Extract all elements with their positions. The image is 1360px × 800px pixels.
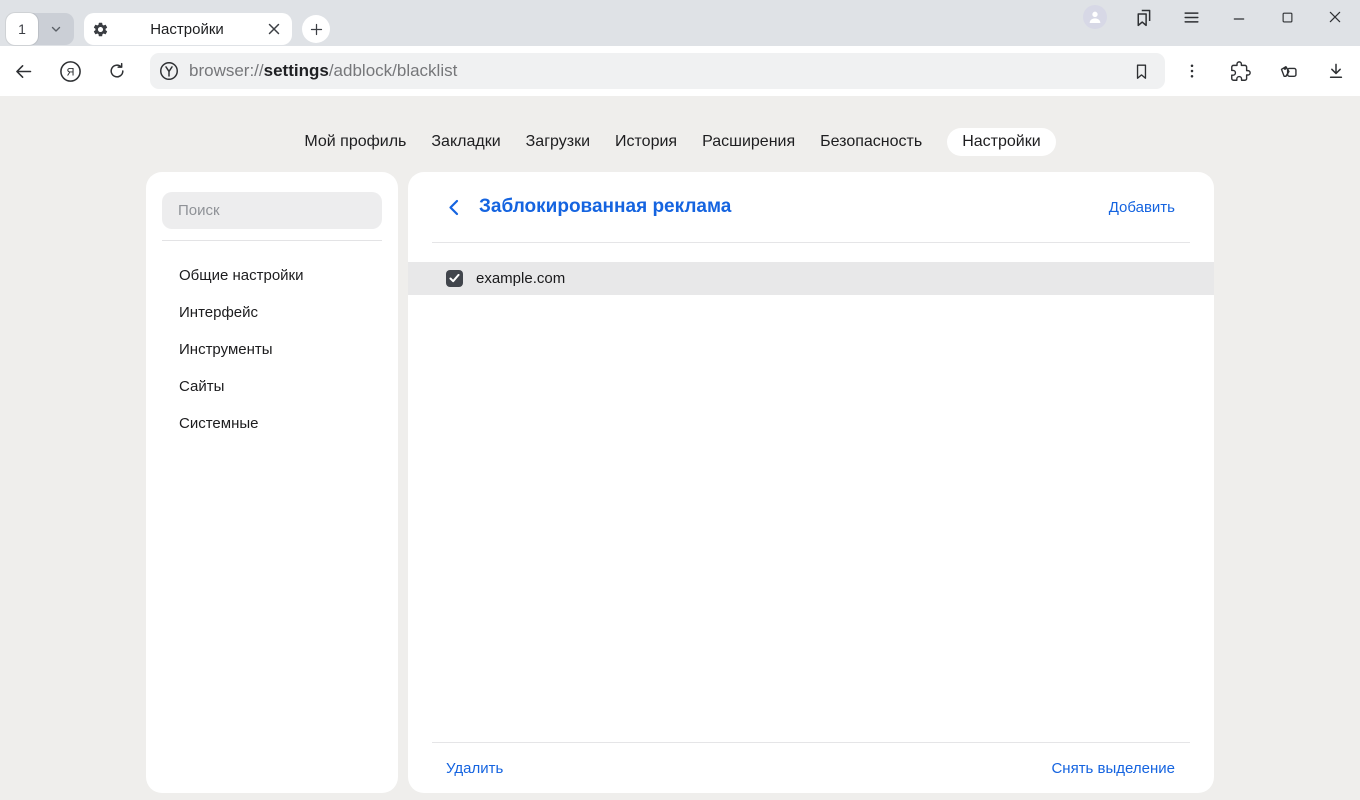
blacklist-row[interactable]: example.com: [408, 262, 1214, 295]
nav-tab-settings[interactable]: Настройки: [947, 128, 1055, 156]
deselect-button[interactable]: Снять выделение: [1051, 760, 1175, 777]
panel-footer: Удалить Снять выделение: [408, 743, 1214, 793]
settings-nav: Мой профиль Закладки Загрузки История Ра…: [304, 127, 1055, 157]
collections-button[interactable]: [1276, 59, 1300, 83]
tab-title: Настройки: [109, 21, 265, 38]
hamburger-icon: [1182, 8, 1201, 27]
downloads-button[interactable]: [1324, 59, 1348, 83]
page-title: Заблокированная реклама: [479, 196, 731, 218]
sidebar-list: Общие настройки Интерфейс Инструменты Са…: [162, 241, 382, 442]
bookmarks-panel-button[interactable]: [1131, 5, 1155, 29]
reload-button[interactable]: [105, 59, 129, 83]
close-window-button[interactable]: [1323, 5, 1347, 29]
url-path: /adblock/blacklist: [329, 61, 458, 80]
arrow-left-icon: [13, 61, 34, 82]
tab-list-dropdown-button[interactable]: [38, 13, 74, 45]
new-tab-button[interactable]: [302, 15, 330, 43]
puzzle-icon: [1230, 61, 1251, 82]
chevron-left-icon: [448, 199, 459, 216]
tab-counter-group: 1: [6, 13, 74, 45]
bookmarks-stack-icon: [1133, 7, 1154, 28]
checkmark-icon: [449, 274, 460, 283]
blacklist-rows: example.com: [408, 262, 1214, 295]
browser-menu-button[interactable]: [1179, 5, 1203, 29]
window-controls: [1083, 5, 1347, 29]
download-icon: [1326, 61, 1346, 81]
person-icon: [1087, 9, 1103, 25]
browser-window: 1 Настройки: [0, 0, 1360, 800]
panel-header: Заблокированная реклама Добавить: [408, 172, 1214, 242]
tab-settings[interactable]: Настройки: [84, 13, 292, 45]
nav-tab-bookmarks[interactable]: Закладки: [431, 133, 500, 151]
add-button[interactable]: Добавить: [1109, 199, 1175, 216]
page-actions-button[interactable]: [1180, 59, 1204, 83]
minimize-button[interactable]: [1227, 5, 1251, 29]
browser-toolbar: Я browser://settings/adblock/blacklist: [0, 46, 1360, 96]
sidebar-item-general[interactable]: Общие настройки: [162, 257, 382, 294]
settings-search-input[interactable]: [162, 192, 382, 229]
bookmark-page-button[interactable]: [1129, 59, 1153, 83]
delete-button[interactable]: Удалить: [446, 760, 503, 777]
gear-icon: [92, 21, 109, 38]
svg-text:Я: Я: [66, 66, 74, 78]
blacklist-panel: Заблокированная реклама Добавить example…: [408, 172, 1214, 793]
header-divider: [432, 242, 1190, 243]
tab-strip: 1 Настройки: [0, 0, 1360, 46]
nav-tab-security[interactable]: Безопасность: [820, 133, 922, 151]
sidebar-item-interface[interactable]: Интерфейс: [162, 294, 382, 331]
tab-counter-button[interactable]: 1: [6, 13, 38, 45]
toolbar-left: Я: [11, 59, 129, 83]
plus-icon: [309, 22, 324, 37]
protect-icon[interactable]: [158, 60, 180, 82]
close-icon: [1327, 9, 1343, 25]
nav-tab-extensions[interactable]: Расширения: [702, 133, 795, 151]
url-scheme: browser://: [189, 61, 264, 80]
maximize-icon: [1280, 10, 1295, 25]
collections-icon: [1278, 61, 1299, 82]
sidebar-item-system[interactable]: Системные: [162, 405, 382, 442]
toolbar-right: [1180, 59, 1348, 83]
blacklist-domain: example.com: [476, 270, 565, 287]
settings-page: Мой профиль Закладки Загрузки История Ра…: [0, 96, 1360, 800]
address-bar[interactable]: browser://settings/adblock/blacklist: [150, 53, 1165, 89]
kebab-menu-icon: [1183, 62, 1201, 80]
url-host: settings: [264, 61, 329, 80]
back-to-settings-button[interactable]: [448, 199, 462, 215]
chevron-down-icon: [49, 22, 63, 36]
nav-tab-profile[interactable]: Мой профиль: [304, 133, 406, 151]
profile-avatar[interactable]: [1083, 5, 1107, 29]
sidebar-item-tools[interactable]: Инструменты: [162, 331, 382, 368]
url-text: browser://settings/adblock/blacklist: [189, 61, 457, 81]
reload-icon: [107, 61, 127, 81]
maximize-button[interactable]: [1275, 5, 1299, 29]
nav-tab-downloads[interactable]: Загрузки: [526, 133, 590, 151]
nav-tab-history[interactable]: История: [615, 133, 677, 151]
yandex-home-button[interactable]: Я: [58, 59, 82, 83]
yandex-logo-icon: Я: [59, 60, 82, 83]
bookmark-icon: [1132, 62, 1151, 81]
sidebar-item-sites[interactable]: Сайты: [162, 368, 382, 405]
settings-sidebar: Общие настройки Интерфейс Инструменты Са…: [146, 172, 398, 793]
back-button[interactable]: [11, 59, 35, 83]
settings-body: Общие настройки Интерфейс Инструменты Са…: [146, 172, 1214, 793]
tab-close-button[interactable]: [265, 20, 283, 38]
extensions-button[interactable]: [1228, 59, 1252, 83]
minimize-icon: [1231, 9, 1247, 25]
close-icon: [268, 23, 280, 35]
row-checkbox[interactable]: [446, 270, 463, 287]
panel-empty-area: [408, 295, 1214, 742]
